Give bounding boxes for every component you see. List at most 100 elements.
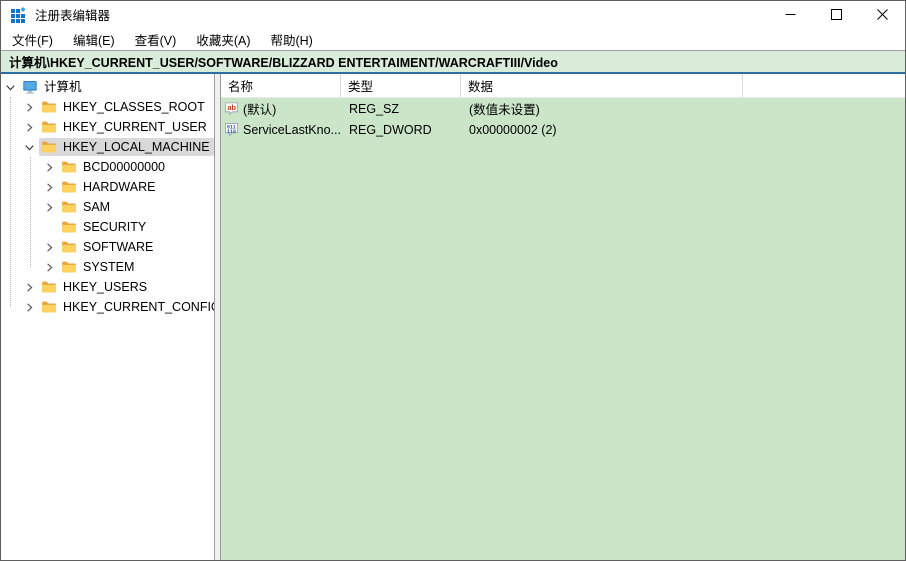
tree-item-hardware[interactable]: HARDWARE bbox=[1, 177, 214, 197]
menu-item-edit[interactable]: 编辑(E) bbox=[63, 27, 125, 52]
registry-tree-pane: 计算机 HKEY_CLASSES_ROOT HKEY_CURRENT_USER … bbox=[1, 74, 214, 560]
tree-entry[interactable]: 计算机 bbox=[20, 78, 86, 96]
menu-item-view[interactable]: 查看(V) bbox=[125, 27, 187, 52]
menu-item-help[interactable]: 帮助(H) bbox=[260, 27, 322, 52]
chevron-right-icon[interactable] bbox=[43, 201, 56, 214]
tree-guide-line bbox=[30, 157, 31, 267]
menu-bar: 文件(F)编辑(E)查看(V)收藏夹(A)帮助(H) bbox=[1, 28, 905, 50]
chevron-down-icon[interactable] bbox=[4, 81, 17, 94]
tree-item-label: HKEY_USERS bbox=[63, 279, 147, 295]
value-type-cell: REG_DWORD bbox=[341, 123, 461, 137]
tree-item-hkey-local-machine[interactable]: HKEY_LOCAL_MACHINE bbox=[1, 137, 214, 157]
tree-item-label: SECURITY bbox=[83, 219, 146, 235]
maximize-button[interactable] bbox=[813, 1, 859, 28]
folder-icon bbox=[61, 219, 77, 235]
tree-entry[interactable]: SECURITY bbox=[59, 218, 150, 236]
value-name: (默认) bbox=[243, 99, 276, 118]
value-name: ServiceLastKno... bbox=[243, 123, 341, 137]
tree-item-hkey-current-config[interactable]: HKEY_CURRENT_CONFIG bbox=[1, 297, 214, 317]
tree-item-label: HKEY_CLASSES_ROOT bbox=[63, 99, 205, 115]
menu-item-file[interactable]: 文件(F) bbox=[2, 27, 63, 52]
registry-value-row-默认[interactable]: ab (默认) REG_SZ(数值未设置) bbox=[221, 98, 905, 119]
tree-entry[interactable]: HKEY_LOCAL_MACHINE bbox=[39, 138, 214, 156]
value-data-cell: 0x00000002 (2) bbox=[461, 123, 743, 137]
list-column-headers: 名称类型数据 bbox=[221, 74, 905, 98]
folder-icon bbox=[41, 99, 57, 115]
tree-item-label: HKEY_LOCAL_MACHINE bbox=[63, 139, 210, 155]
tree-item-label: HKEY_CURRENT_CONFIG bbox=[63, 299, 214, 315]
chevron-down-icon[interactable] bbox=[23, 141, 36, 154]
tree-entry[interactable]: BCD00000000 bbox=[59, 158, 169, 176]
column-header-name[interactable]: 名称 bbox=[221, 74, 341, 97]
chevron-right-icon[interactable] bbox=[43, 161, 56, 174]
tree-entry[interactable]: HKEY_CLASSES_ROOT bbox=[39, 98, 209, 116]
tree-entry[interactable]: HARDWARE bbox=[59, 178, 159, 196]
tree-entry[interactable]: HKEY_CURRENT_USER bbox=[39, 118, 211, 136]
computer-icon bbox=[22, 79, 38, 95]
chevron-right-icon[interactable] bbox=[43, 241, 56, 254]
folder-icon bbox=[41, 119, 57, 135]
folder-icon bbox=[41, 299, 57, 315]
tree-entry[interactable]: HKEY_USERS bbox=[39, 278, 151, 296]
window-title: 注册表编辑器 bbox=[35, 5, 110, 24]
tree-item-security[interactable]: SECURITY bbox=[1, 217, 214, 237]
tree-item-hkey-classes-root[interactable]: HKEY_CLASSES_ROOT bbox=[1, 97, 214, 117]
tree-item-system[interactable]: SYSTEM bbox=[1, 257, 214, 277]
svg-text:110: 110 bbox=[227, 129, 236, 135]
chevron-right-icon[interactable] bbox=[23, 121, 36, 134]
value-type-cell: REG_SZ bbox=[341, 102, 461, 116]
folder-icon bbox=[41, 139, 57, 155]
close-button[interactable] bbox=[859, 1, 905, 28]
tree-item-label: HKEY_CURRENT_USER bbox=[63, 119, 207, 135]
folder-icon bbox=[61, 259, 77, 275]
main-content: 计算机 HKEY_CLASSES_ROOT HKEY_CURRENT_USER … bbox=[1, 74, 905, 560]
column-header-filler bbox=[743, 74, 905, 97]
pane-splitter[interactable] bbox=[214, 74, 221, 560]
folder-icon bbox=[41, 279, 57, 295]
address-bar bbox=[1, 50, 905, 74]
folder-icon bbox=[61, 199, 77, 215]
column-header-data[interactable]: 数据 bbox=[461, 74, 743, 97]
chevron-right-icon[interactable] bbox=[23, 281, 36, 294]
tree-item-label: 计算机 bbox=[44, 79, 82, 95]
folder-icon bbox=[61, 179, 77, 195]
window-controls bbox=[767, 1, 905, 28]
list-body: ab (默认) REG_SZ(数值未设置) 011 110 ServiceLastKn… bbox=[221, 98, 905, 560]
tree-item-label: BCD00000000 bbox=[83, 159, 165, 175]
tree-item-hkey-current-user[interactable]: HKEY_CURRENT_USER bbox=[1, 117, 214, 137]
tree-item-label: SAM bbox=[83, 199, 110, 215]
registry-values-pane: 名称类型数据 ab (默认) REG_SZ(数值未设置) 011 110 Servic… bbox=[221, 74, 905, 560]
tree-item-bcd00000000[interactable]: BCD00000000 bbox=[1, 157, 214, 177]
value-name-cell: 011 110 ServiceLastKno... bbox=[221, 122, 341, 137]
tree-entry[interactable]: SOFTWARE bbox=[59, 238, 157, 256]
tree-item-计算机[interactable]: 计算机 bbox=[1, 77, 214, 97]
tree-item-sam[interactable]: SAM bbox=[1, 197, 214, 217]
column-header-type[interactable]: 类型 bbox=[341, 74, 461, 97]
value-name-cell: ab (默认) bbox=[221, 99, 341, 118]
tree-item-label: SOFTWARE bbox=[83, 239, 153, 255]
menu-item-favorites[interactable]: 收藏夹(A) bbox=[186, 27, 260, 52]
value-data-cell: (数值未设置) bbox=[461, 99, 743, 118]
registry-value-row-servicelastkno[interactable]: 011 110 ServiceLastKno...REG_DWORD0x00000… bbox=[221, 119, 905, 140]
tree-item-label: HARDWARE bbox=[83, 179, 155, 195]
folder-icon bbox=[61, 159, 77, 175]
minimize-button[interactable] bbox=[767, 1, 813, 28]
svg-text:ab: ab bbox=[227, 103, 236, 112]
chevron-right-icon[interactable] bbox=[23, 301, 36, 314]
tree-entry[interactable]: SYSTEM bbox=[59, 258, 138, 276]
chevron-right-icon[interactable] bbox=[23, 101, 36, 114]
tree-item-hkey-users[interactable]: HKEY_USERS bbox=[1, 277, 214, 297]
tree-item-label: SYSTEM bbox=[83, 259, 134, 275]
chevron-placeholder bbox=[43, 221, 56, 234]
title-bar: 注册表编辑器 bbox=[1, 1, 905, 28]
chevron-right-icon[interactable] bbox=[43, 261, 56, 274]
string-value-icon: ab bbox=[224, 101, 239, 116]
chevron-right-icon[interactable] bbox=[43, 181, 56, 194]
dword-value-icon: 011 110 bbox=[224, 122, 239, 137]
tree-guide-line bbox=[10, 97, 11, 307]
registry-app-icon bbox=[10, 7, 26, 23]
address-bar-input[interactable] bbox=[1, 55, 905, 69]
tree-entry[interactable]: HKEY_CURRENT_CONFIG bbox=[39, 298, 214, 316]
tree-item-software[interactable]: SOFTWARE bbox=[1, 237, 214, 257]
tree-entry[interactable]: SAM bbox=[59, 198, 114, 216]
